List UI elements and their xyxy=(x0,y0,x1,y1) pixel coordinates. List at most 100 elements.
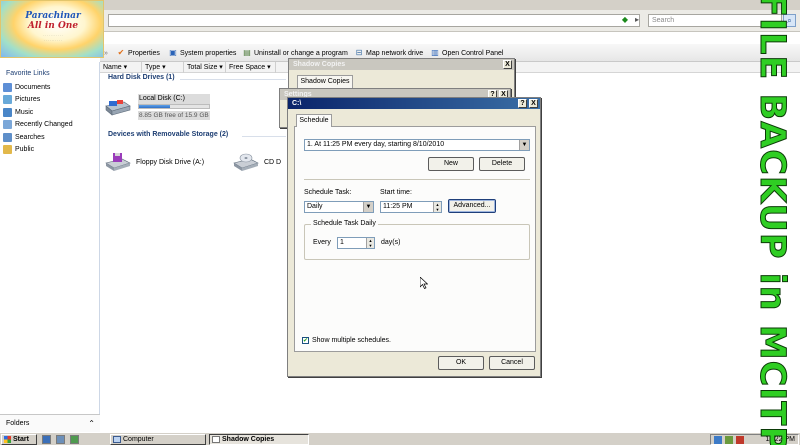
fav-item-music[interactable]: Music xyxy=(3,107,33,118)
fav-label: Documents xyxy=(15,84,51,91)
hard-drive-icon xyxy=(105,100,131,116)
searches-icon xyxy=(3,133,12,142)
dropdown-arrow-icon: ▼ xyxy=(519,140,529,150)
watermark: FILE BACKUP in MCITP xyxy=(752,0,793,445)
open-control-panel-label: Open Control Panel xyxy=(442,49,504,57)
alert-icon[interactable] xyxy=(736,436,744,444)
column-type[interactable]: Type ▾ xyxy=(142,62,184,73)
fav-item-documents[interactable]: Documents xyxy=(3,82,50,93)
document-icon xyxy=(212,436,220,443)
start-label: Start xyxy=(13,436,29,443)
network-icon[interactable] xyxy=(714,436,722,444)
delete-button[interactable]: Delete xyxy=(479,157,525,171)
computer-icon: ▣ xyxy=(169,48,177,57)
cancel-button[interactable]: Cancel xyxy=(489,356,535,370)
schedule-titlebar: C:\ ? X xyxy=(288,98,540,109)
ok-button[interactable]: OK xyxy=(438,356,484,370)
show-multiple-schedules[interactable]: ✔ Show multiple schedules. xyxy=(302,337,391,344)
schedule-entry: 1. At 11:25 PM every day, starting 8/10/… xyxy=(307,141,445,148)
hard-disk-group-title: Hard Disk Drives (1) xyxy=(108,74,175,81)
schedule-list-dropdown[interactable]: 1. At 11:25 PM every day, starting 8/10/… xyxy=(304,139,530,151)
fav-label: Recently Changed xyxy=(15,121,73,128)
refresh-icon[interactable]: ▸ xyxy=(632,15,642,25)
fav-label: Public xyxy=(15,146,35,153)
server-manager-icon[interactable] xyxy=(70,435,79,444)
show-desktop-icon[interactable] xyxy=(42,435,51,444)
properties-button[interactable]: ✔ Properties xyxy=(116,47,160,59)
logo-small-text: · · · · · · · · · · · xyxy=(43,33,63,37)
local-disk-c[interactable] xyxy=(104,98,132,118)
schedule-task-select[interactable]: Daily ▼ xyxy=(304,201,374,213)
shadow-copies-title: Shadow Copies xyxy=(293,61,346,68)
logo-small-text: · · · · · · · · · · xyxy=(44,38,62,42)
days-label: day(s) xyxy=(381,239,401,246)
schedule-dialog: C:\ ? X Schedule 1. At 11:25 PM every da… xyxy=(287,97,541,377)
taskbar-computer[interactable]: Computer xyxy=(110,434,206,445)
every-days-value: 1 xyxy=(340,239,344,246)
close-icon[interactable]: X xyxy=(503,60,512,69)
start-button[interactable]: Start xyxy=(1,434,37,445)
column-name[interactable]: Name ▾ xyxy=(100,62,142,73)
public-folder-icon xyxy=(3,145,12,154)
control-panel-icon: ▥ xyxy=(431,48,439,57)
fav-item-searches[interactable]: Searches xyxy=(3,132,45,143)
new-button[interactable]: New xyxy=(428,157,474,171)
update-icon[interactable] xyxy=(725,436,733,444)
group-title: Schedule Task Daily xyxy=(311,220,378,227)
uninstall-label: Uninstall or change a program xyxy=(254,49,348,57)
schedule-task-label: Schedule Task: xyxy=(304,189,352,196)
chevron-up-icon: ⌃ xyxy=(88,419,95,428)
floppy-drive-label: Floppy Disk Drive (A:) xyxy=(136,158,205,166)
tab-schedule[interactable]: Schedule xyxy=(296,114,332,127)
close-icon[interactable]: X xyxy=(529,99,538,108)
properties-label: Properties xyxy=(128,49,160,57)
fav-label: Pictures xyxy=(15,96,41,103)
column-total-size[interactable]: Total Size ▾ xyxy=(184,62,226,73)
recently-changed-icon xyxy=(3,120,12,129)
toolbar-overflow-icon[interactable]: » xyxy=(104,47,108,59)
documents-icon xyxy=(3,83,12,92)
map-network-drive-label: Map network drive xyxy=(366,49,424,57)
removable-group-title: Devices with Removable Storage (2) xyxy=(108,131,229,138)
schedule-panel: 1. At 11:25 PM every day, starting 8/10/… xyxy=(294,126,536,352)
checkbox-checked-icon[interactable]: ✔ xyxy=(302,337,309,344)
start-time-input[interactable]: 11:25 PM ▲ ▼ xyxy=(380,201,442,213)
mouse-cursor-icon xyxy=(420,277,428,289)
fav-item-public[interactable]: Public xyxy=(3,144,34,155)
fav-item-recently-changed[interactable]: Recently Changed xyxy=(3,119,73,130)
parachinar-logo: Parachinar All in One · · · · · · · · · … xyxy=(0,0,104,58)
spinner-icon[interactable]: ▲ ▼ xyxy=(433,202,441,212)
column-free-space[interactable]: Free Space ▾ xyxy=(226,62,276,73)
system-properties-label: System properties xyxy=(180,49,237,57)
network-drive-icon: ⊟ xyxy=(355,48,363,57)
taskbar-shadow-copies[interactable]: Shadow Copies xyxy=(209,434,309,445)
spinner-icon[interactable]: ▲ ▼ xyxy=(366,238,374,248)
check-icon: ✔ xyxy=(117,48,125,57)
group-divider xyxy=(242,136,286,137)
local-disk-c-free-space: 8.85 GB free of 15.9 GB xyxy=(138,111,210,120)
schedule-task-value: Daily xyxy=(307,203,323,210)
schedule-dialog-title: C:\ xyxy=(292,100,302,107)
tab-shadow-copies[interactable]: Shadow Copies xyxy=(297,75,353,88)
computer-icon xyxy=(113,436,121,443)
advanced-button[interactable]: Advanced... xyxy=(448,199,496,213)
folders-bar[interactable]: Folders ⌃ xyxy=(0,414,100,432)
system-properties-button[interactable]: ▣ System properties xyxy=(168,47,236,59)
address-bar: ◆ ▸ Search ⌕ xyxy=(100,10,800,32)
go-icon[interactable]: ◆ xyxy=(620,15,630,25)
cd-drive-d[interactable]: CD D xyxy=(232,152,281,172)
address-field[interactable] xyxy=(108,14,640,27)
explorer-quicklaunch-icon[interactable] xyxy=(56,435,65,444)
fav-label: Music xyxy=(15,109,34,116)
usage-bar-fill xyxy=(139,105,170,108)
fav-item-pictures[interactable]: Pictures xyxy=(3,94,40,105)
explorer-titlebar xyxy=(0,0,800,10)
favorite-links-title: Favorite Links xyxy=(6,70,50,77)
cd-drive-label: CD D xyxy=(264,158,282,166)
help-icon[interactable]: ? xyxy=(518,99,527,108)
windows-logo-icon xyxy=(4,436,11,443)
floppy-drive-a[interactable]: Floppy Disk Drive (A:) xyxy=(104,152,204,172)
separator xyxy=(304,179,530,180)
local-disk-c-usage-bar xyxy=(138,104,210,109)
every-days-input[interactable]: 1 ▲ ▼ xyxy=(337,237,375,249)
